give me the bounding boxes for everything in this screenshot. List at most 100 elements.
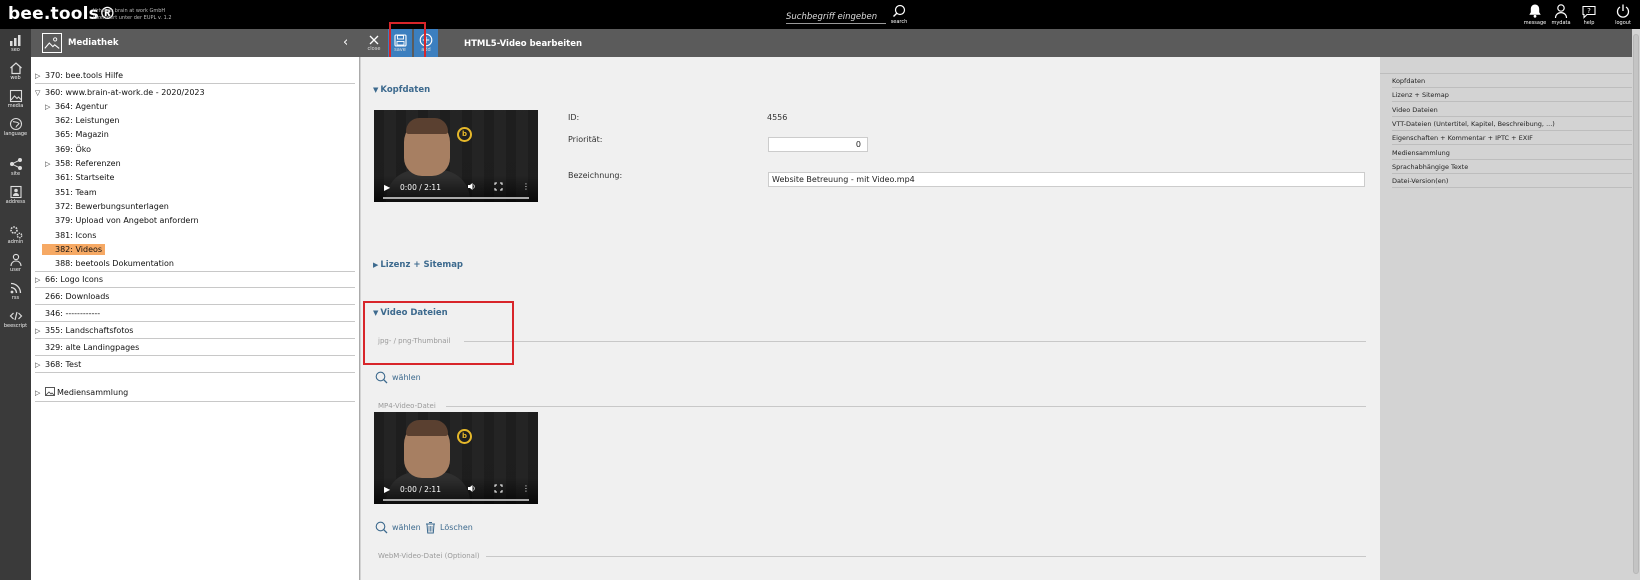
mydata-button[interactable]: mydata [1549, 3, 1573, 28]
expand-triangle-icon[interactable]: ▷ [45, 101, 55, 114]
tree-item-355[interactable]: ▷ 355: Landschaftsfotos [35, 324, 133, 337]
choose-mp4-button[interactable]: wählen [375, 521, 421, 534]
more-options-icon[interactable]: ⋮ [522, 182, 530, 191]
tree-item-label: 365: Magazin [55, 130, 109, 139]
tree-item-382-selected[interactable]: 382: Videos [42, 243, 106, 256]
section-collapsed-icon: ▶ [373, 261, 379, 269]
tree-item-388[interactable]: 388: beetools Dokumentation [45, 257, 174, 270]
tree-item-346[interactable]: 346: ------------ [35, 307, 100, 320]
expand-triangle-icon[interactable]: ▷ [35, 387, 45, 400]
collapse-panel-chevron-left-icon[interactable]: ‹ [343, 35, 348, 50]
delete-mp4-button[interactable]: Löschen [425, 521, 473, 534]
users-icon [9, 253, 22, 267]
close-button[interactable]: close [362, 29, 386, 57]
rail-label-seo: seo [11, 47, 20, 53]
help-button[interactable]: ? help [1577, 3, 1601, 28]
svg-text:?: ? [1587, 7, 1591, 15]
delete-mp4-label: Löschen [440, 523, 473, 532]
fullscreen-icon[interactable] [494, 484, 503, 493]
logout-button[interactable]: logout [1611, 3, 1635, 28]
expand-triangle-icon[interactable]: ▷ [35, 325, 45, 338]
help-label: help [1583, 20, 1595, 26]
section-nav-mediensammlung[interactable]: Mediensammlung [1392, 146, 1634, 160]
expand-triangle-icon[interactable]: ▷ [35, 274, 45, 287]
section-lizenz-toggle[interactable]: ▶ Lizenz + Sitemap [373, 260, 463, 270]
tree-item-368[interactable]: ▷ 368: Test [35, 358, 81, 371]
rail-item-media[interactable]: media [0, 89, 31, 117]
tree-divider [35, 401, 355, 402]
search-button[interactable]: search [889, 4, 909, 27]
section-kopfdaten-toggle[interactable]: ▼ Kopfdaten [373, 85, 430, 95]
video-preview-1[interactable]: b ▶ 0:00 / 2:11 ⋮ [374, 110, 538, 202]
section-nav-sprachtexte[interactable]: Sprachabhängige Texte [1392, 160, 1634, 174]
tree-item-364[interactable]: ▷ 364: Agentur [45, 100, 108, 113]
gears-icon [9, 226, 22, 239]
tree-item-365[interactable]: 365: Magazin [45, 128, 109, 141]
page-scrollbar[interactable] [1632, 29, 1640, 580]
expand-triangle-icon[interactable]: ▷ [35, 70, 45, 83]
video-progress-bar[interactable] [383, 197, 529, 199]
tree-divider [35, 287, 355, 288]
tree-item-mediensammlung[interactable]: ▷ Mediensammlung [35, 386, 128, 399]
tree-item-361[interactable]: 361: Startseite [45, 171, 114, 184]
tree-item-370[interactable]: ▷ 370: bee.tools Hilfe [35, 69, 123, 82]
scrollbar-thumb[interactable] [1633, 34, 1639, 574]
rail-item-beescript[interactable]: beescript [0, 309, 31, 337]
priority-input[interactable] [768, 137, 868, 152]
tree-item-label: 360: www.brain-at-work.de - 2020/2023 [45, 88, 205, 97]
tree-divider [35, 83, 355, 84]
collapse-triangle-icon[interactable]: ▽ [35, 87, 45, 100]
name-input[interactable] [768, 172, 1365, 187]
tree-item-372[interactable]: 372: Bewerbungsunterlagen [45, 200, 169, 213]
tree-item-351[interactable]: 351: Team [45, 186, 97, 199]
rail-item-rss[interactable]: rss [0, 281, 31, 309]
webm-label: WebM-Video-Datei (Optional) [378, 552, 480, 560]
volume-icon[interactable] [467, 484, 476, 493]
tree-item-362[interactable]: 362: Leistungen [45, 114, 119, 127]
section-nav-eigenschaften[interactable]: Eigenschaften + Kommentar + IPTC + EXIF [1392, 131, 1634, 145]
tree-item-358[interactable]: ▷ 358: Referenzen [45, 157, 121, 170]
rail-item-web[interactable]: web [0, 61, 31, 89]
tree-item-369[interactable]: 369: Öko [45, 143, 91, 156]
tree-item-266[interactable]: 266: Downloads [35, 290, 109, 303]
logo-subtitle-1: Urheber brain at work GmbH [93, 8, 166, 14]
play-icon[interactable]: ▶ [384, 183, 390, 192]
expand-triangle-icon[interactable]: ▷ [35, 359, 45, 372]
section-nav-kopfdaten[interactable]: Kopfdaten [1392, 74, 1634, 88]
help-bubble-icon: ? [1582, 5, 1596, 19]
rail-label-rss: rss [11, 295, 20, 301]
tree-item-label: 381: Icons [55, 231, 97, 240]
rail-item-language[interactable]: language [0, 117, 31, 145]
section-nav-datei-versionen[interactable]: Datei-Version(en) [1392, 174, 1634, 188]
tree-divider [35, 355, 355, 356]
rail-item-address[interactable]: address [0, 185, 31, 213]
expand-triangle-icon[interactable]: ▷ [45, 158, 55, 171]
tree-item-379[interactable]: 379: Upload von Angebot anfordern [45, 214, 199, 227]
tree-item-381[interactable]: 381: Icons [45, 229, 96, 242]
tree-item-329[interactable]: 329: alte Landingpages [35, 341, 139, 354]
search-input[interactable] [786, 10, 886, 24]
play-icon[interactable]: ▶ [384, 485, 390, 494]
video-progress-bar[interactable] [383, 499, 529, 501]
rail-item-seo[interactable]: seo [0, 33, 31, 61]
tree-item-66[interactable]: ▷ 66: Logo Icons [35, 273, 103, 286]
name-label: Bezeichnung: [568, 171, 623, 180]
video-preview-2[interactable]: b ▶ 0:00 / 2:11 ⋮ [374, 412, 538, 504]
choose-thumbnail-button[interactable]: wählen [375, 371, 421, 384]
rail-item-admin[interactable]: admin [0, 225, 31, 253]
video-figure-hair [406, 420, 448, 436]
choose-thumbnail-label: wählen [392, 373, 421, 382]
section-nav-lizenz[interactable]: Lizenz + Sitemap [1392, 88, 1634, 102]
bar-chart-icon [9, 35, 20, 46]
tree-item-360[interactable]: ▽ 360: www.brain-at-work.de - 2020/2023 [35, 86, 205, 99]
rail-item-site[interactable]: site [0, 157, 31, 185]
fullscreen-icon[interactable] [494, 182, 503, 191]
section-nav-video-dateien[interactable]: Video Dateien [1392, 103, 1634, 117]
volume-icon[interactable] [467, 182, 476, 191]
user-icon [1554, 4, 1568, 19]
rss-icon [10, 282, 21, 294]
rail-item-user[interactable]: user [0, 253, 31, 281]
message-button[interactable]: message [1523, 3, 1547, 28]
section-nav-vtt[interactable]: VTT-Dateien (Untertitel, Kapitel, Beschr… [1392, 117, 1634, 131]
more-options-icon[interactable]: ⋮ [522, 484, 530, 493]
